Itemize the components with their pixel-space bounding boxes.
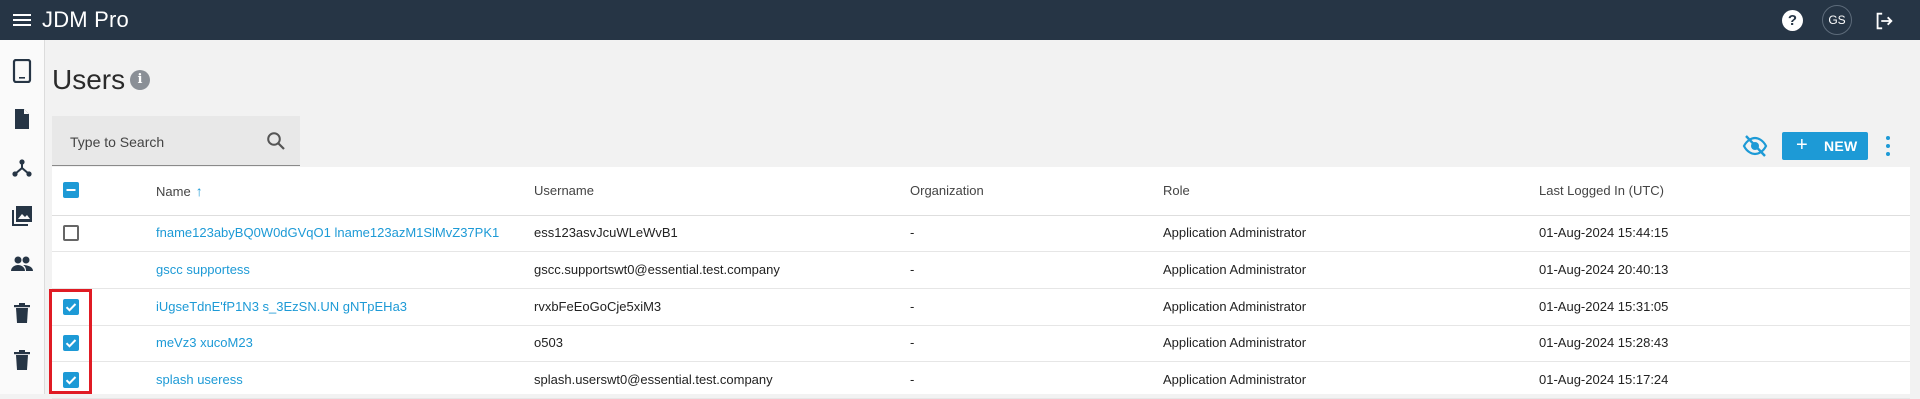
header-name[interactable]: Name ↑ — [156, 167, 203, 216]
search-input[interactable] — [68, 130, 262, 154]
selection-highlight — [49, 289, 92, 394]
logout-icon[interactable] — [1873, 10, 1895, 32]
table-row[interactable]: meVz3 xucoM23 o503 - Application Adminis… — [52, 325, 1910, 362]
sort-ascending-icon[interactable]: ↑ — [196, 167, 203, 215]
table-header: Name ↑ Username Organization Role Last Lo… — [52, 167, 1910, 216]
last-logged-in-cell: 01-Aug-2024 15:31:05 — [1539, 299, 1669, 314]
table-row[interactable]: fname123abyBQ0W0dGVqO1 lname123azM1SlMvZ… — [52, 215, 1910, 252]
table-row[interactable]: iUgseTdnE'fP1N3 s_3EzSN.UN gNTpEHa3 rvxb… — [52, 289, 1910, 326]
people-icon[interactable] — [9, 251, 35, 277]
user-name-link[interactable]: iUgseTdnE'fP1N3 s_3EzSN.UN gNTpEHa3 — [156, 289, 407, 325]
user-name-link[interactable]: meVz3 xucoM23 — [156, 325, 253, 361]
search-box — [52, 116, 300, 166]
select-all-checkbox[interactable] — [63, 182, 79, 198]
new-button[interactable]: + NEW — [1782, 132, 1868, 160]
header-name-label: Name — [156, 184, 191, 199]
username-cell: ess123asvJcuWLeWvB1 — [534, 225, 678, 240]
gallery-icon[interactable] — [9, 203, 35, 229]
last-logged-in-cell: 01-Aug-2024 15:17:24 — [1539, 372, 1669, 387]
trash-icon[interactable] — [9, 300, 35, 326]
sidebar — [0, 40, 45, 394]
hub-icon[interactable] — [9, 155, 35, 181]
row-checkbox[interactable] — [63, 225, 79, 241]
info-icon[interactable]: i — [130, 70, 150, 90]
new-button-label: NEW — [1824, 138, 1858, 154]
visibility-off-icon[interactable] — [1742, 133, 1768, 159]
role-cell: Application Administrator — [1163, 225, 1307, 240]
role-cell: Application Administrator — [1163, 335, 1307, 350]
role-cell: Application Administrator — [1163, 299, 1307, 314]
user-name-link[interactable]: splash useress — [156, 362, 243, 398]
top-bar: JDM Pro ? GS — [0, 0, 1920, 40]
role-cell: Application Administrator — [1163, 262, 1307, 277]
role-cell: Application Administrator — [1163, 372, 1307, 387]
username-cell: o503 — [534, 335, 563, 350]
header-last-logged-in[interactable]: Last Logged In (UTC) — [1539, 167, 1664, 215]
document-icon[interactable] — [9, 106, 35, 132]
last-logged-in-cell: 01-Aug-2024 20:40:13 — [1539, 262, 1669, 277]
header-organization[interactable]: Organization — [910, 167, 984, 215]
app-title: JDM Pro — [42, 7, 129, 32]
help-icon[interactable]: ? — [1782, 10, 1803, 31]
page-title: Users — [52, 64, 126, 95]
trash-icon[interactable] — [9, 347, 35, 373]
search-icon[interactable] — [266, 131, 286, 151]
organization-cell: - — [910, 299, 915, 314]
header-username[interactable]: Username — [534, 167, 594, 215]
tablet-icon[interactable] — [9, 58, 35, 84]
username-cell: rvxbFeEoGoCje5xiM3 — [534, 299, 662, 314]
organization-cell: - — [910, 262, 915, 277]
username-cell: splash.userswt0@essential.test.company — [534, 372, 773, 387]
user-name-link[interactable]: fname123abyBQ0W0dGVqO1 lname123azM1SlMvZ… — [156, 215, 499, 251]
organization-cell: - — [910, 225, 915, 240]
avatar[interactable]: GS — [1822, 5, 1852, 35]
organization-cell: - — [910, 372, 915, 387]
more-options-icon[interactable] — [1880, 134, 1896, 158]
organization-cell: - — [910, 335, 915, 350]
table-row[interactable]: gscc supportess gscc.supportswt0@essenti… — [52, 252, 1910, 289]
users-table: Name ↑ Username Organization Role Last Lo… — [52, 167, 1910, 399]
header-role[interactable]: Role — [1163, 167, 1190, 215]
table-row[interactable]: splash useress splash.userswt0@essential… — [52, 362, 1910, 399]
username-cell: gscc.supportswt0@essential.test.company — [534, 262, 780, 277]
last-logged-in-cell: 01-Aug-2024 15:28:43 — [1539, 335, 1669, 350]
last-logged-in-cell: 01-Aug-2024 15:44:15 — [1539, 225, 1669, 240]
plus-icon: + — [1796, 134, 1808, 156]
user-name-link[interactable]: gscc supportess — [156, 252, 250, 288]
menu-icon[interactable] — [11, 11, 33, 29]
